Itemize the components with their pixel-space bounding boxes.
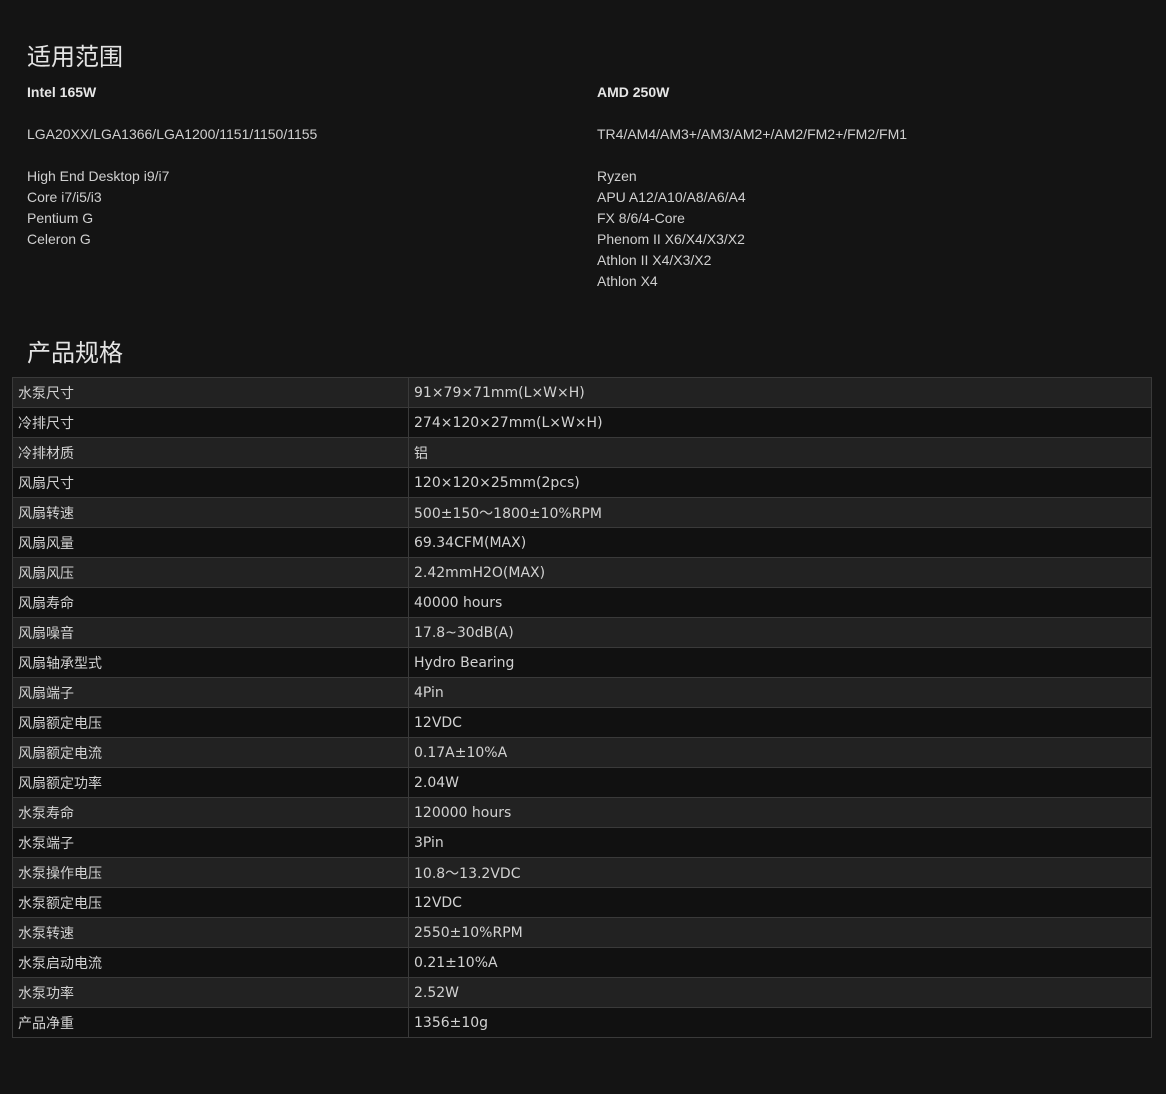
spec-label: 风扇寿命 bbox=[12, 587, 409, 618]
table-row: 风扇额定功率 2.04W bbox=[12, 767, 1152, 798]
spec-value: 1356±10g bbox=[408, 1007, 1152, 1038]
spec-label: 水泵寿命 bbox=[12, 797, 409, 828]
table-row: 风扇额定电流 0.17A±10%A bbox=[12, 737, 1152, 768]
amd-model: Phenom II X6/X4/X3/X2 bbox=[597, 231, 745, 247]
spec-value: 0.21±10%A bbox=[408, 947, 1152, 978]
spec-table: 水泵尺寸 91×79×71mm(L×W×H) 冷排尺寸 274×120×27mm(L… bbox=[12, 377, 1152, 1038]
spec-value: 500±150～1800±10%RPM bbox=[408, 497, 1152, 528]
intel-brand-label: Intel 165W bbox=[27, 84, 97, 100]
table-row: 风扇转速 500±150～1800±10%RPM bbox=[12, 497, 1152, 528]
amd-model: APU A12/A10/A8/A6/A4 bbox=[597, 189, 746, 205]
intel-model: Core i7/i5/i3 bbox=[27, 189, 102, 205]
table-row: 水泵额定电压 12VDC bbox=[12, 887, 1152, 918]
amd-model-list: Ryzen APU A12/A10/A8/A6/A4 FX 8/6/4-Core… bbox=[597, 166, 1137, 292]
spec-label: 风扇额定功率 bbox=[12, 767, 409, 798]
spec-value: 2550±10%RPM bbox=[408, 917, 1152, 948]
specifications-title: 产品规格 bbox=[27, 339, 123, 367]
amd-sockets: TR4/AM4/AM3+/AM3/AM2+/AM2/FM2+/FM2/FM1 bbox=[597, 126, 908, 142]
spec-value: 3Pin bbox=[408, 827, 1152, 858]
table-row: 水泵端子 3Pin bbox=[12, 827, 1152, 858]
table-row: 水泵寿命 120000 hours bbox=[12, 797, 1152, 828]
intel-model: Celeron G bbox=[27, 231, 91, 247]
table-row: 水泵尺寸 91×79×71mm(L×W×H) bbox=[12, 377, 1152, 408]
spec-value: 120×120×25mm(2pcs) bbox=[408, 467, 1152, 498]
table-row: 风扇寿命 40000 hours bbox=[12, 587, 1152, 618]
amd-model: FX 8/6/4-Core bbox=[597, 210, 685, 226]
table-row: 水泵启动电流 0.21±10%A bbox=[12, 947, 1152, 978]
table-row: 冷排尺寸 274×120×27mm(L×W×H) bbox=[12, 407, 1152, 438]
spec-value: 40000 hours bbox=[408, 587, 1152, 618]
spec-label: 水泵操作电压 bbox=[12, 857, 409, 888]
spec-value: 12VDC bbox=[408, 707, 1152, 738]
spec-label: 风扇转速 bbox=[12, 497, 409, 528]
spec-label: 水泵端子 bbox=[12, 827, 409, 858]
spec-value: 铝 bbox=[408, 437, 1152, 468]
table-row: 风扇轴承型式 Hydro Bearing bbox=[12, 647, 1152, 678]
spec-value: 91×79×71mm(L×W×H) bbox=[408, 377, 1152, 408]
spec-label: 风扇尺寸 bbox=[12, 467, 409, 498]
spec-value: 2.52W bbox=[408, 977, 1152, 1008]
amd-brand-label: AMD 250W bbox=[597, 84, 670, 100]
intel-compat-column: Intel 165W LGA20XX/LGA1366/LGA1200/1151/… bbox=[27, 82, 567, 250]
spec-label: 冷排材质 bbox=[12, 437, 409, 468]
spec-value: 69.34CFM(MAX) bbox=[408, 527, 1152, 558]
spec-value: 120000 hours bbox=[408, 797, 1152, 828]
spec-label: 产品净重 bbox=[12, 1007, 409, 1038]
table-row: 风扇风量 69.34CFM(MAX) bbox=[12, 527, 1152, 558]
table-row: 风扇额定电压 12VDC bbox=[12, 707, 1152, 738]
spec-label: 冷排尺寸 bbox=[12, 407, 409, 438]
spec-value: 2.04W bbox=[408, 767, 1152, 798]
spec-value: 2.42mmH2O(MAX) bbox=[408, 557, 1152, 588]
spec-label: 风扇风压 bbox=[12, 557, 409, 588]
spec-value: 0.17A±10%A bbox=[408, 737, 1152, 768]
amd-model: Athlon X4 bbox=[597, 273, 658, 289]
amd-model: Ryzen bbox=[597, 168, 637, 184]
spec-value: 274×120×27mm(L×W×H) bbox=[408, 407, 1152, 438]
spec-value: 4Pin bbox=[408, 677, 1152, 708]
table-row: 风扇风压 2.42mmH2O(MAX) bbox=[12, 557, 1152, 588]
spec-value: 17.8~30dB(A) bbox=[408, 617, 1152, 648]
spec-value: Hydro Bearing bbox=[408, 647, 1152, 678]
intel-model: High End Desktop i9/i7 bbox=[27, 168, 170, 184]
spec-label: 风扇端子 bbox=[12, 677, 409, 708]
intel-model: Pentium G bbox=[27, 210, 94, 226]
table-row: 水泵转速 2550±10%RPM bbox=[12, 917, 1152, 948]
spec-label: 水泵尺寸 bbox=[12, 377, 409, 408]
spec-value: 10.8～13.2VDC bbox=[408, 857, 1152, 888]
spec-label: 水泵转速 bbox=[12, 917, 409, 948]
table-row: 风扇噪音 17.8~30dB(A) bbox=[12, 617, 1152, 648]
spec-label: 水泵启动电流 bbox=[12, 947, 409, 978]
spec-label: 水泵额定电压 bbox=[12, 887, 409, 918]
table-row: 水泵功率 2.52W bbox=[12, 977, 1152, 1008]
spec-label: 风扇轴承型式 bbox=[12, 647, 409, 678]
table-row: 水泵操作电压 10.8～13.2VDC bbox=[12, 857, 1152, 888]
spec-label: 水泵功率 bbox=[12, 977, 409, 1008]
table-row: 冷排材质铝 bbox=[12, 437, 1152, 468]
spec-label: 风扇额定电压 bbox=[12, 707, 409, 738]
spec-label: 风扇额定电流 bbox=[12, 737, 409, 768]
intel-sockets: LGA20XX/LGA1366/LGA1200/1151/1150/1155 bbox=[27, 126, 318, 142]
table-row: 风扇尺寸 120×120×25mm(2pcs) bbox=[12, 467, 1152, 498]
table-row: 风扇端子 4Pin bbox=[12, 677, 1152, 708]
table-row: 产品净重 1356±10g bbox=[12, 1007, 1152, 1038]
compatibility-title: 适用范围 bbox=[27, 43, 123, 71]
spec-label: 风扇噪音 bbox=[12, 617, 409, 648]
spec-label: 风扇风量 bbox=[12, 527, 409, 558]
amd-model: Athlon II X4/X3/X2 bbox=[597, 252, 712, 268]
intel-model-list: High End Desktop i9/i7 Core i7/i5/i3 Pen… bbox=[27, 166, 567, 250]
spec-value: 12VDC bbox=[408, 887, 1152, 918]
amd-compat-column: AMD 250W TR4/AM4/AM3+/AM3/AM2+/AM2/FM2+/… bbox=[597, 82, 1137, 292]
